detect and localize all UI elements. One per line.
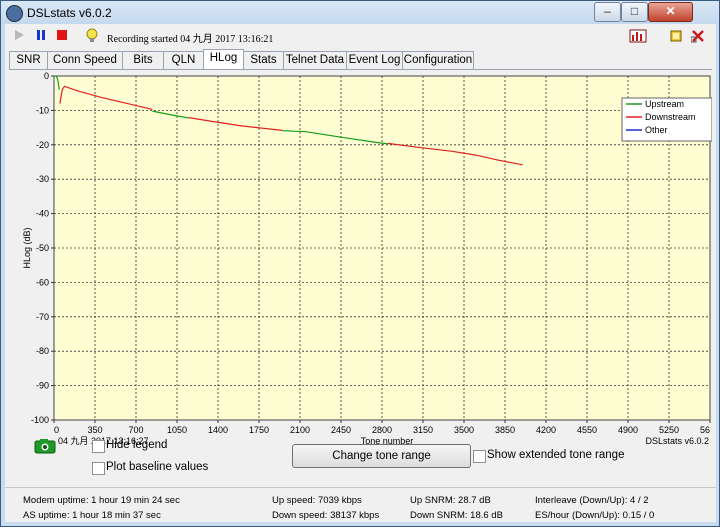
tab-configuration[interactable]: Configuration [402, 51, 474, 69]
x-tick-label: 1400 [208, 425, 228, 435]
x-tick-label: 0 [54, 425, 59, 435]
lightbulb-icon[interactable] [85, 28, 99, 43]
window-title: DSLstats v6.0.2 [27, 6, 112, 20]
x-tick-label: 2450 [331, 425, 351, 435]
up-snrm: Up SNRM: 28.7 dB [410, 495, 491, 506]
y-tick-label: -10 [36, 105, 49, 115]
y-axis-ticks: 0 -10 -20 -30 -40 -50 -60 -70 -80 -90 -100 [31, 71, 54, 425]
bar-chart-icon[interactable] [629, 29, 647, 43]
title-bar: DSLstats v6.0.2 – □ ✕ [1, 1, 719, 24]
x-tick-label: 56 [700, 425, 710, 435]
x-tick-label: 1050 [167, 425, 187, 435]
plot-baseline-checkbox[interactable] [92, 462, 105, 475]
down-speed: Down speed: 38137 kbps [272, 510, 380, 521]
play-icon[interactable] [13, 29, 25, 41]
legend-downstream: Downstream [645, 112, 696, 122]
tab-stats[interactable]: Stats [243, 51, 284, 69]
y-tick-label: -60 [36, 277, 49, 287]
status-bar: Modem uptime: 1 hour 19 min 24 sec AS up… [5, 487, 716, 526]
show-extended-checkbox[interactable] [473, 450, 486, 463]
y-tick-label: 0 [44, 71, 49, 81]
hlog-panel: 0 -10 -20 -30 -40 -50 -60 -70 -80 -90 -100 0 350 700… [9, 69, 713, 450]
y-tick-label: -20 [36, 140, 49, 150]
tab-bits[interactable]: Bits [122, 51, 164, 69]
recording-status: Recording started 04 九月 2017 13:16:21 [107, 34, 274, 45]
app-window: DSLstats v6.0.2 – □ ✕ Recording started … [0, 0, 720, 527]
y-tick-label: -40 [36, 209, 49, 219]
close-button[interactable]: ✕ [648, 2, 693, 22]
y-tick-label: -80 [36, 346, 49, 356]
camera-icon[interactable] [34, 438, 56, 454]
window-restore-icon[interactable] [670, 30, 682, 42]
change-tone-range-button[interactable]: Change tone range [292, 444, 471, 468]
hide-legend-checkbox[interactable] [92, 440, 105, 453]
x-tick-label: 5250 [659, 425, 679, 435]
x-tick-label: 3150 [413, 425, 433, 435]
y-tick-label: -70 [36, 312, 49, 322]
hide-legend-label: Hide legend [106, 439, 168, 451]
x-axis-ticks: 0 350 700 1050 1400 1750 2100 2450 2800 3150 3500 3… [53, 420, 711, 435]
y-tick-label: -90 [36, 381, 49, 391]
exit-icon[interactable] [691, 29, 705, 43]
tab-conn-speed[interactable]: Conn Speed [47, 51, 123, 69]
x-tick-label: 2100 [290, 425, 310, 435]
x-tick-label: 1750 [249, 425, 269, 435]
x-tick-label: 4200 [536, 425, 556, 435]
as-uptime: AS uptime: 1 hour 18 min 37 sec [23, 510, 161, 521]
pause-icon[interactable] [35, 29, 47, 41]
tab-telnet-data[interactable]: Telnet Data [283, 51, 347, 69]
down-snrm: Down SNRM: 18.6 dB [410, 510, 503, 521]
x-tick-label: 2800 [372, 425, 392, 435]
minimize-button[interactable]: – [594, 2, 621, 22]
toolbar: Recording started 04 九月 2017 13:16:21 [5, 24, 716, 48]
watermark: DSLstats v6.0.2 [645, 436, 709, 446]
es-per-hour: ES/hour (Down/Up): 0.15 / 0 [535, 510, 655, 521]
show-extended-label: Show extended tone range [487, 449, 625, 461]
x-tick-label: 3500 [454, 425, 474, 435]
maximize-button[interactable]: □ [621, 2, 648, 22]
tab-event-log[interactable]: Event Log [346, 51, 403, 69]
client-area: Recording started 04 九月 2017 13:16:21 SN… [5, 24, 716, 522]
tab-hlog[interactable]: HLog [203, 49, 244, 70]
app-icon [6, 5, 23, 22]
y-tick-label: -50 [36, 243, 49, 253]
x-tick-label: 350 [87, 425, 102, 435]
stop-icon[interactable] [56, 29, 68, 41]
modem-uptime: Modem uptime: 1 hour 19 min 24 sec [23, 495, 180, 506]
y-tick-label: -30 [36, 174, 49, 184]
tab-snr[interactable]: SNR [9, 51, 48, 69]
x-tick-label: 3850 [495, 425, 515, 435]
hlog-chart: 0 -10 -20 -30 -40 -50 -60 -70 -80 -90 -100 0 350 700… [22, 71, 713, 446]
plot-baseline-label: Plot baseline values [106, 461, 209, 473]
x-tick-label: 4900 [618, 425, 638, 435]
x-tick-label: 700 [128, 425, 143, 435]
y-axis-label: HLog (dB) [22, 227, 32, 268]
tab-qln[interactable]: QLN [163, 51, 204, 69]
up-speed: Up speed: 7039 kbps [272, 495, 362, 506]
legend-upstream: Upstream [645, 99, 684, 109]
x-tick-label: 4550 [577, 425, 597, 435]
chart-legend: Upstream Downstream Other [621, 97, 713, 142]
interleave: Interleave (Down/Up): 4 / 2 [535, 495, 649, 506]
y-tick-label: -100 [31, 415, 49, 425]
legend-other: Other [645, 125, 668, 135]
